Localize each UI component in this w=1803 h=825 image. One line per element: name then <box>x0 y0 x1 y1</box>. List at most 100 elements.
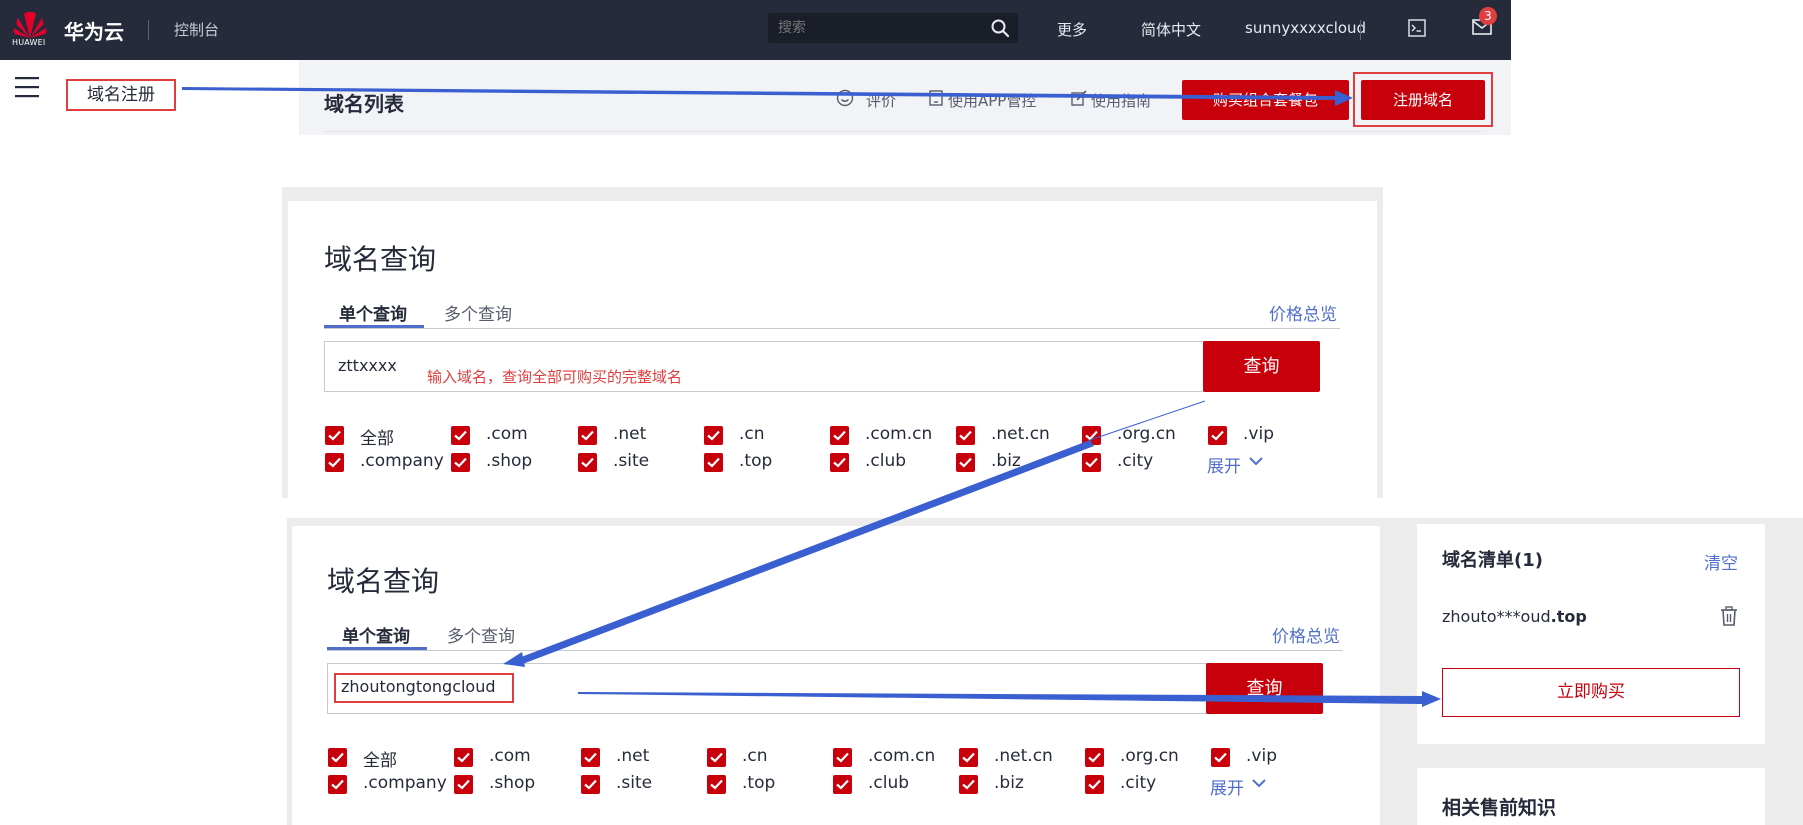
suffix-checkbox-label: .com <box>486 424 528 444</box>
suffix-checkbox[interactable] <box>1082 426 1101 445</box>
clear-cart-link[interactable]: 清空 <box>1704 549 1738 574</box>
suffix-checkbox-label: .com.cn <box>868 746 936 766</box>
tab-divider <box>324 328 1340 329</box>
suffix-checkbox-label: .company <box>363 773 447 793</box>
suffix-checkbox-label: .top <box>739 451 773 471</box>
suffix-checkbox-label: .cn <box>742 746 768 766</box>
expand-link[interactable]: 展开 <box>1207 452 1241 477</box>
suffix-checkbox[interactable] <box>959 775 978 794</box>
top-navigation-bar: HUAWEI 华为云 控制台 更多 简体中文 sunnyxxxxcloud 3 <box>0 0 1511 60</box>
query-button[interactable]: 查询 <box>1206 663 1323 714</box>
global-search[interactable] <box>768 13 1018 43</box>
suffix-checkbox[interactable] <box>578 453 597 472</box>
suffix-checkbox-label: .site <box>613 451 650 471</box>
buy-package-button[interactable]: 购买组合套餐包 <box>1182 80 1349 120</box>
panel-title: 域名查询 <box>324 243 437 276</box>
suffix-checkbox-label: 全部 <box>363 751 397 771</box>
rate-link[interactable]: 评价 <box>866 90 896 111</box>
suffix-checkbox[interactable] <box>451 426 470 445</box>
price-overview-link[interactable]: 价格总览 <box>1272 622 1340 647</box>
suffix-checkbox-label: .cn <box>739 424 765 444</box>
suffix-checkbox[interactable] <box>830 453 849 472</box>
suffix-checkbox[interactable] <box>833 748 852 767</box>
query-button[interactable]: 查询 <box>1203 341 1320 392</box>
suffix-checkbox[interactable] <box>956 453 975 472</box>
header-divider <box>1360 20 1361 40</box>
suffix-checkbox[interactable] <box>454 775 473 794</box>
more-menu[interactable]: 更多 <box>1057 19 1087 40</box>
suffix-checkbox[interactable] <box>956 426 975 445</box>
edit-icon <box>1071 90 1087 106</box>
suffix-checkbox[interactable] <box>707 775 726 794</box>
suffix-checkbox[interactable] <box>707 748 726 767</box>
suffix-checkbox-label: .vip <box>1243 424 1274 444</box>
cart-item-suffix: .top <box>1550 607 1587 626</box>
suffix-checkbox[interactable] <box>704 426 723 445</box>
tab-single-query[interactable]: 单个查询 <box>339 300 407 325</box>
suffix-checkbox[interactable] <box>325 453 344 472</box>
app-manage-link[interactable]: 使用APP管控 <box>948 90 1036 111</box>
user-account[interactable]: sunnyxxxxcloud <box>1245 19 1366 37</box>
buy-now-button[interactable]: 立即购买 <box>1442 668 1740 717</box>
page-title: 域名列表 <box>324 92 404 116</box>
register-domain-button[interactable]: 注册域名 <box>1361 80 1485 120</box>
suffix-checkbox[interactable] <box>451 453 470 472</box>
suffix-checkbox[interactable] <box>328 775 347 794</box>
chevron-down-icon[interactable] <box>1252 778 1266 788</box>
brand-name[interactable]: 华为云 <box>64 16 124 45</box>
suffix-checkbox[interactable] <box>578 426 597 445</box>
terminal-icon[interactable] <box>1408 19 1426 37</box>
suffix-checkbox-label: 全部 <box>360 429 394 449</box>
suffix-checkbox[interactable] <box>1085 748 1104 767</box>
tab-multi-query[interactable]: 多个查询 <box>447 622 515 647</box>
language-switch[interactable]: 简体中文 <box>1141 19 1201 40</box>
cart-title: 域名清单(1) <box>1442 550 1543 571</box>
suffix-checkbox-label: .company <box>360 451 444 471</box>
suffix-checkbox[interactable] <box>830 426 849 445</box>
cart-item: zhouto***oud.top <box>1442 607 1587 626</box>
suffix-checkbox-label: .club <box>868 773 910 793</box>
suffix-checkbox[interactable] <box>704 453 723 472</box>
table-top-border <box>324 131 1481 136</box>
suffix-checkbox-label: .net.cn <box>994 746 1053 766</box>
suffix-checkbox-label: .shop <box>486 451 533 471</box>
guide-link[interactable]: 使用指南 <box>1091 90 1151 111</box>
suffix-checkbox-label: .club <box>865 451 907 471</box>
tab-single-query[interactable]: 单个查询 <box>342 622 410 647</box>
smile-icon <box>836 89 854 107</box>
header-divider <box>148 20 149 40</box>
suffix-checkbox[interactable] <box>833 775 852 794</box>
presale-knowledge-title: 相关售前知识 <box>1442 797 1557 819</box>
search-icon[interactable] <box>990 18 1010 38</box>
phone-icon <box>929 90 943 106</box>
suffix-checkbox[interactable] <box>581 775 600 794</box>
annotation-highlight-box <box>334 673 514 703</box>
domain-input-value[interactable]: zttxxxx <box>338 356 397 375</box>
tab-multi-query[interactable]: 多个查询 <box>444 300 512 325</box>
cart-item-name: zhouto***oud <box>1442 607 1551 626</box>
suffix-checkbox[interactable] <box>454 748 473 767</box>
chevron-down-icon[interactable] <box>1249 456 1263 466</box>
sidebar-item-domain-registration[interactable]: 域名注册 <box>66 79 176 111</box>
suffix-checkbox[interactable] <box>1208 426 1227 445</box>
suffix-checkbox[interactable] <box>959 748 978 767</box>
suffix-checkbox[interactable] <box>1082 453 1101 472</box>
price-overview-link[interactable]: 价格总览 <box>1269 300 1337 325</box>
panel-title: 域名查询 <box>327 565 440 598</box>
tab-divider <box>327 650 1343 651</box>
suffix-checkbox[interactable] <box>1085 775 1104 794</box>
search-input[interactable] <box>778 19 968 37</box>
trash-icon[interactable] <box>1720 606 1738 626</box>
suffix-checkbox[interactable] <box>328 748 347 767</box>
suffix-checkbox-label: .com.cn <box>865 424 933 444</box>
suffix-checkbox[interactable] <box>1211 748 1230 767</box>
suffix-checkbox-label: .site <box>616 773 653 793</box>
suffix-checkbox-label: .com <box>489 746 531 766</box>
console-link[interactable]: 控制台 <box>174 19 219 40</box>
expand-link[interactable]: 展开 <box>1210 774 1244 799</box>
suffix-checkbox-label: .net <box>616 746 650 766</box>
suffix-checkbox[interactable] <box>325 426 344 445</box>
hamburger-icon[interactable] <box>15 76 39 98</box>
suffix-checkbox[interactable] <box>581 748 600 767</box>
suffix-checkbox-label: .net <box>613 424 647 444</box>
